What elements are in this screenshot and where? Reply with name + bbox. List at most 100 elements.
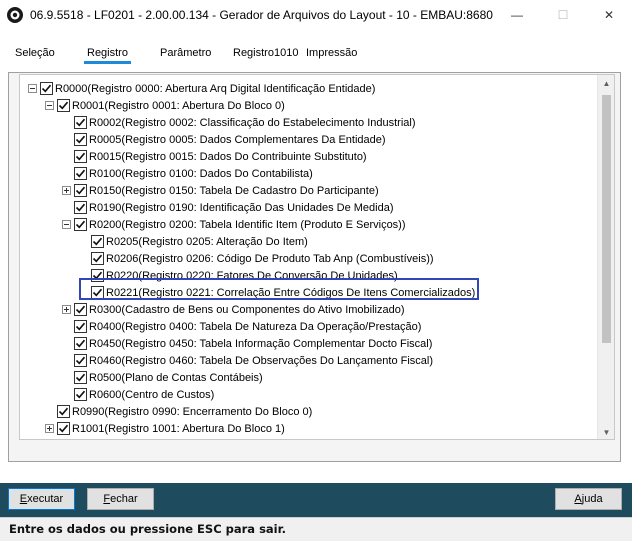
tree-item-label[interactable]: R0100(Registro 0100: Dados Do Contabilis… [89, 168, 313, 180]
collapse-icon[interactable] [45, 101, 54, 110]
tree-item[interactable]: R0460(Registro 0460: Tabela De Observaçõ… [62, 352, 433, 369]
tree-item-checkbox[interactable] [74, 337, 87, 350]
tree-item-label[interactable]: R0150(Registro 0150: Tabela De Cadastro … [89, 185, 379, 197]
footer-toolbar: Executar Fechar Ajuda [0, 483, 632, 517]
tree-item-checkbox[interactable] [74, 218, 87, 231]
tree-item-label[interactable]: R0015(Registro 0015: Dados Do Contribuin… [89, 151, 367, 163]
tab-registro[interactable]: Registro [84, 42, 131, 64]
tree-item-checkbox[interactable] [57, 99, 70, 112]
tree-item[interactable]: R0450(Registro 0450: Tabela Informação C… [62, 335, 432, 352]
tree-item-label[interactable]: R0300(Cadastro de Bens ou Componentes do… [89, 304, 405, 316]
tree-item-label[interactable]: R0000(Registro 0000: Abertura Arq Digita… [55, 83, 375, 95]
tree-item[interactable]: R0100(Registro 0100: Dados Do Contabilis… [62, 165, 313, 182]
scroll-down-icon[interactable]: ▼ [598, 424, 614, 439]
tree-item-checkbox[interactable] [91, 235, 104, 248]
tree-item-checkbox[interactable] [91, 252, 104, 265]
maximize-button: ☐ [540, 0, 586, 30]
expand-icon[interactable] [45, 424, 54, 433]
tab-selecao[interactable]: Seleção [15, 42, 55, 64]
tree-item-label[interactable]: R0190(Registro 0190: Identificação Das U… [89, 202, 394, 214]
checkmark-icon [58, 101, 69, 110]
fechar-label: echar [110, 493, 138, 505]
tree-item-checkbox[interactable] [57, 405, 70, 418]
tab-impressao[interactable]: Impressão [306, 42, 357, 64]
tree-item-label[interactable]: R0005(Registro 0005: Dados Complementare… [89, 134, 386, 146]
tree-item-checkbox[interactable] [74, 201, 87, 214]
tree-item-checkbox[interactable] [74, 320, 87, 333]
tree-item[interactable]: R0200(Registro 0200: Tabela Identific It… [62, 216, 406, 233]
tree-item[interactable]: R0206(Registro 0206: Código De Produto T… [79, 250, 434, 267]
maximize-icon: ☐ [557, 8, 569, 22]
registro-tree[interactable]: R0000(Registro 0000: Abertura Arq Digita… [19, 74, 615, 440]
tree-item[interactable]: R0150(Registro 0150: Tabela De Cadastro … [62, 182, 379, 199]
checkmark-icon [75, 186, 86, 195]
scroll-up-icon[interactable]: ▲ [598, 75, 614, 92]
minimize-button[interactable]: — [494, 0, 540, 30]
close-button[interactable]: ✕ [586, 0, 632, 30]
collapse-icon[interactable] [28, 84, 37, 93]
tree-item-label[interactable]: R0460(Registro 0460: Tabela De Observaçõ… [89, 355, 433, 367]
tree-item-checkbox[interactable] [74, 116, 87, 129]
tree-item[interactable]: R0002(Registro 0002: Classificação do Es… [62, 114, 416, 131]
tree-item[interactable]: R0400(Registro 0400: Tabela De Natureza … [62, 318, 421, 335]
tree-item-checkbox[interactable] [74, 371, 87, 384]
executar-button[interactable]: Executar [8, 488, 75, 510]
tree-item-label[interactable]: R0002(Registro 0002: Classificação do Es… [89, 117, 416, 129]
tree-item-label[interactable]: R0400(Registro 0400: Tabela De Natureza … [89, 321, 421, 333]
vertical-scrollbar[interactable]: ▲ ▼ [597, 75, 614, 439]
window-title: 06.9.5518 - LF0201 - 2.00.00.134 - Gerad… [30, 8, 493, 22]
tree-item[interactable]: R0001(Registro 0001: Abertura Do Bloco 0… [45, 97, 285, 114]
checkmark-icon [75, 390, 86, 399]
tab-label: Impressão [306, 47, 358, 59]
checkmark-icon [75, 152, 86, 161]
tab-parametro[interactable]: Parâmetro [160, 42, 211, 64]
tree-item-label[interactable]: R0001(Registro 0001: Abertura Do Bloco 0… [72, 100, 285, 112]
tree-item-label[interactable]: R0206(Registro 0206: Código De Produto T… [106, 253, 434, 265]
collapse-icon[interactable] [62, 220, 71, 229]
tree-item-checkbox[interactable] [74, 133, 87, 146]
scrollbar-thumb[interactable] [602, 95, 611, 343]
checkmark-icon [75, 339, 86, 348]
tree-item[interactable]: R0015(Registro 0015: Dados Do Contribuin… [62, 148, 367, 165]
ajuda-button[interactable]: Ajuda [555, 488, 622, 510]
tree-item-label[interactable]: R0450(Registro 0450: Tabela Informação C… [89, 338, 432, 350]
tab-registro1010[interactable]: Registro1010 [233, 42, 298, 64]
tree-view[interactable]: R0000(Registro 0000: Abertura Arq Digita… [20, 75, 598, 439]
tree-item[interactable]: R0500(Plano de Contas Contábeis) [62, 369, 263, 386]
tree-item-label[interactable]: R0500(Plano de Contas Contábeis) [89, 372, 263, 384]
tree-item-label[interactable]: R1001(Registro 1001: Abertura Do Bloco 1… [72, 423, 285, 435]
tree-item[interactable]: R0300(Cadastro de Bens ou Componentes do… [62, 301, 405, 318]
tree-item[interactable]: R1001(Registro 1001: Abertura Do Bloco 1… [45, 420, 285, 437]
tree-item[interactable]: R0190(Registro 0190: Identificação Das U… [62, 199, 394, 216]
tree-item-checkbox[interactable] [74, 184, 87, 197]
tree-item[interactable]: R0990(Registro 0990: Encerramento Do Blo… [45, 403, 312, 420]
tree-item-checkbox[interactable] [74, 388, 87, 401]
tree-item-checkbox[interactable] [74, 150, 87, 163]
tree-item-label[interactable]: R0200(Registro 0200: Tabela Identific It… [89, 219, 406, 231]
checkmark-icon [75, 373, 86, 382]
fechar-mnemonic: F [103, 493, 111, 505]
fechar-button[interactable]: Fechar [87, 488, 154, 510]
checkmark-icon [75, 169, 86, 178]
tree-item-checkbox[interactable] [57, 422, 70, 435]
expand-icon[interactable] [62, 305, 71, 314]
tree-item-label[interactable]: R0205(Registro 0205: Alteração Do Item) [106, 236, 308, 248]
tree-item-label[interactable]: R0990(Registro 0990: Encerramento Do Blo… [72, 406, 312, 418]
tree-item-label[interactable]: R0600(Centro de Custos) [89, 389, 214, 401]
tree-item[interactable]: R0005(Registro 0005: Dados Complementare… [62, 131, 386, 148]
tree-item[interactable]: R0000(Registro 0000: Abertura Arq Digita… [28, 80, 375, 97]
expand-icon[interactable] [62, 186, 71, 195]
tree-item[interactable]: R0600(Centro de Custos) [62, 386, 214, 403]
tree-item-checkbox[interactable] [40, 82, 53, 95]
tree-item-checkbox[interactable] [74, 167, 87, 180]
tree-item[interactable]: R0205(Registro 0205: Alteração Do Item) [79, 233, 308, 250]
tree-item-checkbox[interactable] [74, 303, 87, 316]
tree-item-checkbox[interactable] [74, 354, 87, 367]
